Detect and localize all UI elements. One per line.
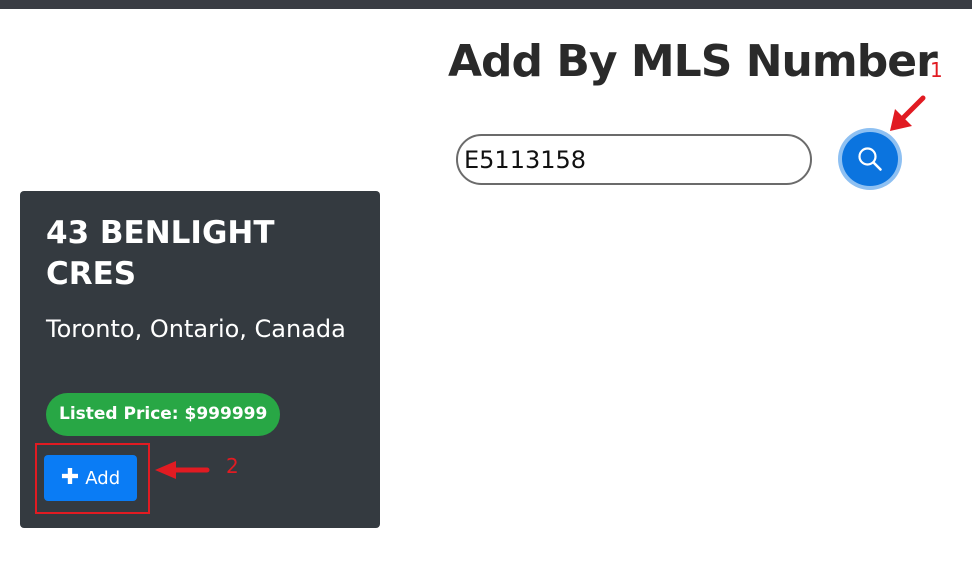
page-title: Add By MLS Number: [448, 36, 938, 87]
annotation-highlight-box: [35, 443, 150, 514]
search-button[interactable]: [838, 128, 902, 190]
listing-location: Toronto, Ontario, Canada: [46, 315, 346, 343]
listed-price-badge: Listed Price: $999999: [46, 393, 281, 436]
mls-number-input[interactable]: [456, 134, 812, 185]
annotation-arrow-2: [155, 461, 210, 479]
top-bar: [0, 0, 972, 9]
annotation-step-2: 2: [226, 454, 239, 478]
annotation-step-1: 1: [930, 58, 943, 82]
annotation-arrow-1: [890, 95, 926, 131]
listing-street: 43 BENLIGHT CRES: [46, 215, 275, 292]
search-icon: [858, 147, 882, 171]
